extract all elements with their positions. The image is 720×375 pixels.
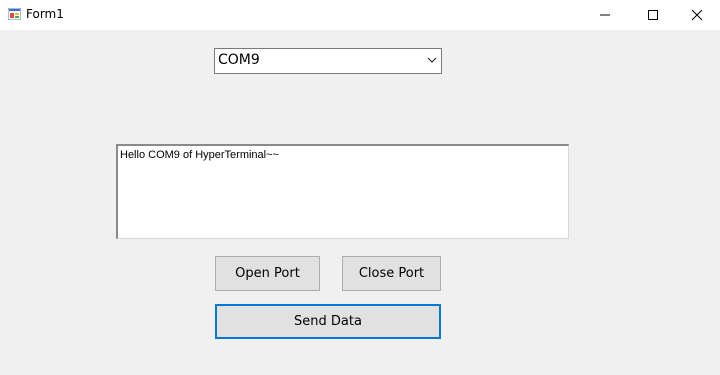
close-button[interactable] <box>674 0 720 30</box>
minimize-button[interactable] <box>582 0 628 30</box>
message-text: Hello COM9 of HyperTerminal~~ <box>120 149 279 161</box>
maximize-button[interactable] <box>630 0 676 30</box>
close-port-button[interactable]: Close Port <box>342 256 441 291</box>
close-icon <box>691 9 703 21</box>
open-port-button[interactable]: Open Port <box>215 256 320 291</box>
port-select-value: COM9 <box>218 52 260 68</box>
maximize-icon <box>648 10 658 20</box>
minimize-icon <box>600 14 610 16</box>
window-title: Form1 <box>26 7 64 21</box>
message-textbox[interactable]: Hello COM9 of HyperTerminal~~ <box>116 144 569 239</box>
send-data-button[interactable]: Send Data <box>215 304 441 339</box>
title-bar[interactable]: Form1 <box>0 0 720 30</box>
form-app-icon[interactable] <box>8 8 21 20</box>
form-window: Form1 COM9 Hello COM9 of HyperTerminal~~… <box>0 0 720 375</box>
chevron-down-icon[interactable] <box>427 57 437 64</box>
port-select[interactable]: COM9 <box>214 48 442 74</box>
